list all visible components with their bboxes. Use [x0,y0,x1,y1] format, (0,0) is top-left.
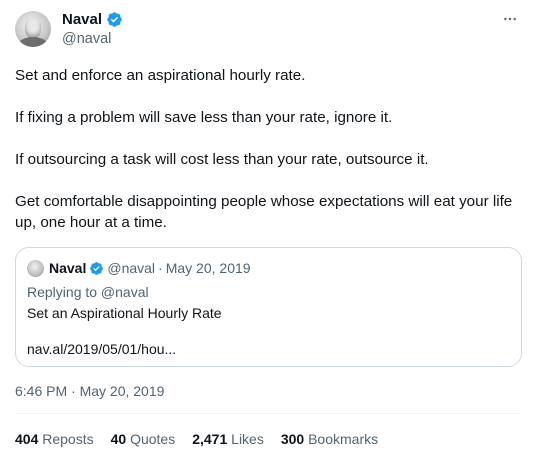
avatar-face [25,18,41,38]
tweet-paragraph: If fixing a problem will save less than … [15,109,393,126]
verified-badge-icon [106,11,123,28]
stat-label: Reposts [42,431,94,447]
quoted-author-name: Naval [49,260,87,276]
quoted-tweet-header: Naval @naval · May 20, 2019 [49,260,251,276]
stat-label: Bookmarks [308,431,379,447]
engagement-stats: 404 Reposts 40 Quotes 2,471 Likes 300 Bo… [15,431,378,447]
stat-bookmarks[interactable]: 300 Bookmarks [281,431,378,447]
author-avatar[interactable] [15,11,51,47]
tweet-paragraph: Get comfortable disappointing people who… [15,193,513,231]
quoted-tweet-link[interactable]: nav.al/2019/05/01/hou... [27,341,176,357]
stat-reposts[interactable]: 404 Reposts [15,431,94,447]
quoted-date: May 20, 2019 [165,260,251,276]
stat-value: 40 [110,431,127,447]
quoted-reply-line: Replying to @naval [27,284,149,300]
quoted-author-avatar [27,260,44,277]
tweet-paragraph: If outsourcing a task will cost less tha… [15,151,429,168]
more-horizontal-icon [504,17,516,21]
stat-label: Likes [231,431,264,447]
tweet-paragraph: Set and enforce an aspirational hourly r… [15,67,306,84]
quoted-tweet-text: Set an Aspirational Hourly Rate [27,305,222,321]
author-handle[interactable]: @naval [62,31,111,47]
quoted-author-handle: @naval [107,260,156,276]
stat-likes[interactable]: 2,471 Likes [192,431,264,447]
more-options-button[interactable] [499,8,521,30]
stat-value: 404 [15,431,39,447]
stat-label: Quotes [130,431,176,447]
author-display-name[interactable]: Naval [62,11,102,28]
verified-badge-icon [89,261,104,276]
author-name-row[interactable]: Naval [62,11,123,28]
stat-value: 2,471 [192,431,228,447]
divider [15,413,520,414]
avatar-shoulders [18,37,48,47]
quoted-separator: · [158,260,163,276]
tweet-text: Set and enforce an aspirational hourly r… [15,65,520,254]
tweet-timestamp[interactable]: 6:46 PM · May 20, 2019 [15,383,164,399]
quoted-tweet-card[interactable]: Naval @naval · May 20, 2019 Replying to … [15,247,522,367]
stat-value: 300 [280,431,305,447]
stat-quotes[interactable]: 40 Quotes [111,431,176,447]
